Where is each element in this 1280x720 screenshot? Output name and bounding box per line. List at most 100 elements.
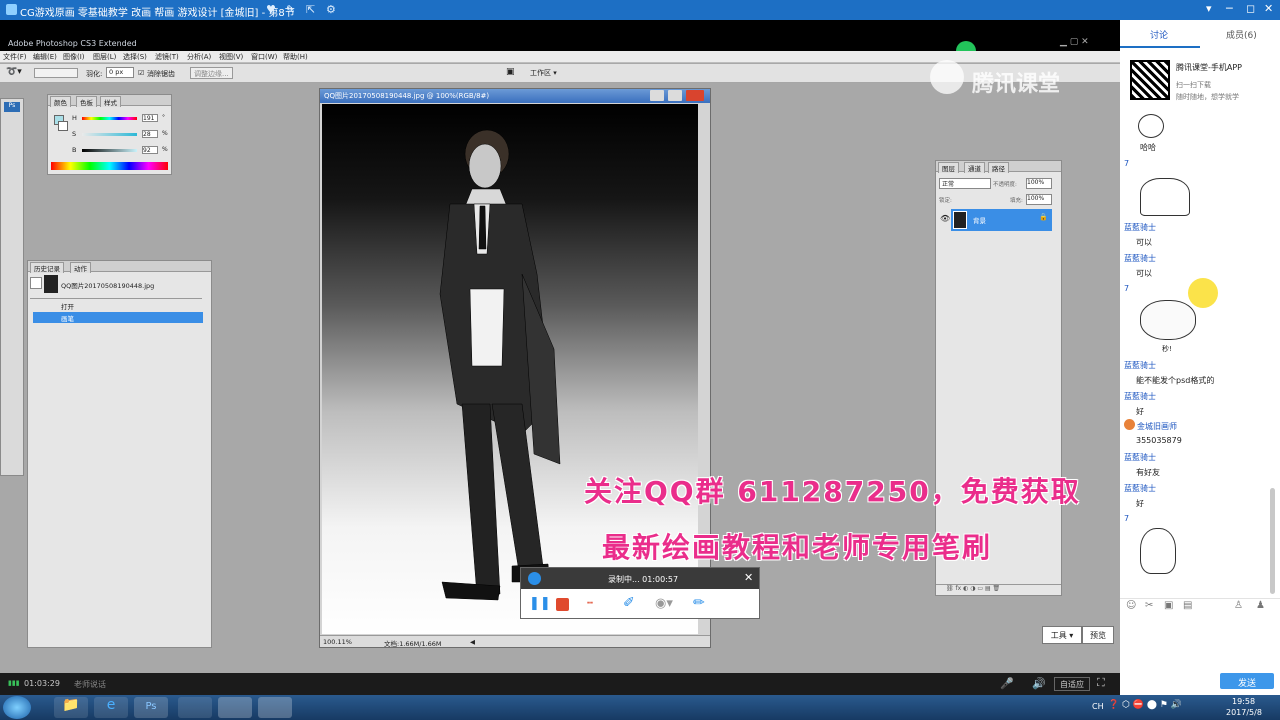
mic-icon[interactable]: 🎤 — [1000, 677, 1014, 690]
h-value[interactable]: 191 — [142, 114, 158, 122]
layer-row-background[interactable]: 背景 🔒 — [951, 209, 1052, 231]
recorder-logo-icon — [528, 572, 541, 585]
menu-file[interactable]: 文件(F) — [3, 52, 27, 62]
menu-analysis[interactable]: 分析(A) — [187, 52, 211, 62]
tab-color[interactable]: 颜色 — [50, 96, 71, 107]
layer-actions-bar[interactable]: ⛓ fx ◐ ◑ ▭ ▤ 🗑 — [936, 584, 1061, 595]
tab-paths[interactable]: 路径 — [988, 162, 1009, 173]
workspace-menu[interactable]: 工作区 ▾ — [530, 68, 557, 78]
lasso-tool-icon[interactable]: ➰▾ — [6, 67, 22, 77]
selection-mode-buttons[interactable] — [34, 68, 78, 78]
tray-icons[interactable]: ❓ ⬡ ⛔ ⬤ ⚑ 🔊 — [1108, 700, 1182, 710]
camera-icon[interactable]: ▣ — [506, 67, 515, 77]
tools-button[interactable]: 工具 ▾ — [1042, 626, 1082, 644]
doc-minimize-button[interactable] — [650, 90, 664, 101]
maximize-button[interactable]: ◻ — [1246, 2, 1255, 15]
input-divider — [1120, 598, 1280, 599]
menu-select[interactable]: 选择(S) — [123, 52, 147, 62]
blend-mode-select[interactable]: 正常 — [939, 178, 991, 189]
background-swatch[interactable] — [58, 121, 68, 131]
fill-input[interactable]: 100% — [1026, 194, 1052, 205]
zoom-level[interactable]: 100.11% — [323, 638, 352, 646]
fullscreen-icon[interactable]: ⛶ — [1097, 676, 1105, 690]
menu-image[interactable]: 图像(I) — [63, 52, 85, 62]
chart-icon[interactable]: ▤ — [1183, 600, 1192, 611]
chat-input[interactable] — [1124, 616, 1276, 666]
pen-tool-icon[interactable]: ✐ — [623, 595, 635, 611]
preview-button[interactable]: 预览 — [1082, 626, 1114, 644]
s-label: S — [72, 130, 77, 138]
app-promo-title: 腾讯课堂-手机APP — [1176, 63, 1243, 72]
opacity-input[interactable]: 100% — [1026, 178, 1052, 189]
edit-icon[interactable]: ✎ — [286, 3, 295, 16]
tab-history[interactable]: 历史记录 — [30, 262, 64, 273]
dropdown-control[interactable]: ▾ — [1206, 2, 1212, 15]
ie-icon[interactable]: e — [94, 697, 128, 718]
file-icon[interactable] — [178, 697, 212, 718]
menu-window[interactable]: 窗口(W) — [251, 52, 277, 62]
pause-button[interactable]: ❚❚ — [529, 596, 551, 611]
volume-meter-icon: ▮▮▮ — [8, 679, 20, 687]
brush-icon[interactable]: ✏ — [693, 595, 705, 611]
start-button[interactable] — [3, 696, 31, 719]
qq-video-icon[interactable] — [218, 697, 252, 718]
s-value[interactable]: 28 — [142, 130, 158, 138]
window-titlebar: CG游戏原画 零基础教学 改画 帮画 游戏设计 [金城旧] - 第8节 ♥ ✎ … — [0, 0, 1280, 20]
clock-time[interactable]: 19:58 — [1232, 697, 1255, 706]
camera-settings-icon[interactable]: ◉▾ — [655, 596, 673, 611]
image-icon[interactable]: ▣ — [1164, 600, 1173, 611]
scroll-arrow-icon[interactable]: ◀ — [470, 638, 475, 646]
menu-view[interactable]: 视图(V) — [219, 52, 243, 62]
history-panel: 历史记录 动作 QQ图片20170508190448.jpg 打开 画笔 — [27, 260, 212, 648]
tab-layers[interactable]: 图层 — [938, 162, 959, 173]
members-icon[interactable]: ♟ — [1256, 600, 1265, 611]
snapshot-toggle[interactable] — [30, 277, 42, 289]
tab-swatches[interactable]: 色板 — [76, 96, 97, 107]
chat-scrollbar[interactable] — [1270, 488, 1275, 594]
tab-discussion[interactable]: 讨论 — [1150, 28, 1168, 41]
send-button[interactable]: 发送 — [1220, 673, 1274, 689]
menu-edit[interactable]: 编辑(E) — [33, 52, 57, 62]
annotate-icon[interactable]: ┅ — [587, 598, 593, 609]
tencent-classroom-icon[interactable] — [258, 697, 292, 718]
speaker-icon[interactable]: 🔊 — [1032, 677, 1046, 690]
emoji-icon[interactable]: ☺ — [1126, 600, 1136, 611]
ps-window-controls: ▁ ▢ ✕ — [1060, 37, 1089, 47]
doc-maximize-button[interactable] — [668, 90, 682, 101]
h-slider[interactable] — [82, 117, 137, 120]
close-button[interactable]: ✕ — [1264, 2, 1273, 15]
ime-indicator[interactable]: CH — [1092, 702, 1104, 711]
clock-date[interactable]: 2017/5/8 — [1226, 708, 1262, 717]
tab-members[interactable]: 成员(6) — [1226, 28, 1257, 41]
sticker-laugh-icon — [1138, 114, 1164, 138]
tab-styles[interactable]: 样式 — [100, 96, 121, 107]
fit-screen-button[interactable]: 自适应 — [1054, 677, 1090, 691]
history-item-brush[interactable]: 画笔 — [33, 312, 203, 323]
share-icon[interactable]: ⇱ — [306, 3, 315, 16]
doc-close-button[interactable] — [686, 90, 704, 101]
snapshot-name[interactable]: QQ图片20170508190448.jpg — [61, 280, 154, 290]
photoshop-icon[interactable]: Ps — [134, 697, 168, 718]
s-slider[interactable] — [82, 133, 137, 136]
minimize-button[interactable]: ─ — [1226, 2, 1233, 15]
scissors-icon[interactable]: ✂ — [1145, 600, 1153, 611]
antialias-checkbox[interactable]: ☑ — [138, 69, 144, 77]
feather-input[interactable]: 0 px — [106, 67, 134, 78]
b-slider[interactable] — [82, 149, 137, 152]
menu-help[interactable]: 帮助(H) — [283, 52, 308, 62]
refine-edge-button[interactable]: 调整边缘... — [190, 67, 233, 79]
recorder-close-button[interactable]: ✕ — [744, 571, 753, 584]
user-icon[interactable]: ♙ — [1234, 600, 1243, 611]
b-value[interactable]: 92 — [142, 146, 158, 154]
explorer-icon[interactable]: 📁 — [54, 697, 88, 718]
color-spectrum-bar[interactable] — [51, 162, 168, 170]
eye-icon[interactable]: 👁 — [940, 214, 950, 223]
heart-icon[interactable]: ♥ — [266, 3, 276, 16]
menu-layer[interactable]: 图层(L) — [93, 52, 116, 62]
menu-filter[interactable]: 滤镜(T) — [155, 52, 179, 62]
tab-actions[interactable]: 动作 — [70, 262, 91, 273]
history-item-open[interactable]: 打开 — [33, 300, 203, 311]
stop-button[interactable] — [556, 598, 569, 611]
tab-channels[interactable]: 通道 — [964, 162, 985, 173]
settings-icon[interactable]: ⚙ — [326, 3, 336, 16]
